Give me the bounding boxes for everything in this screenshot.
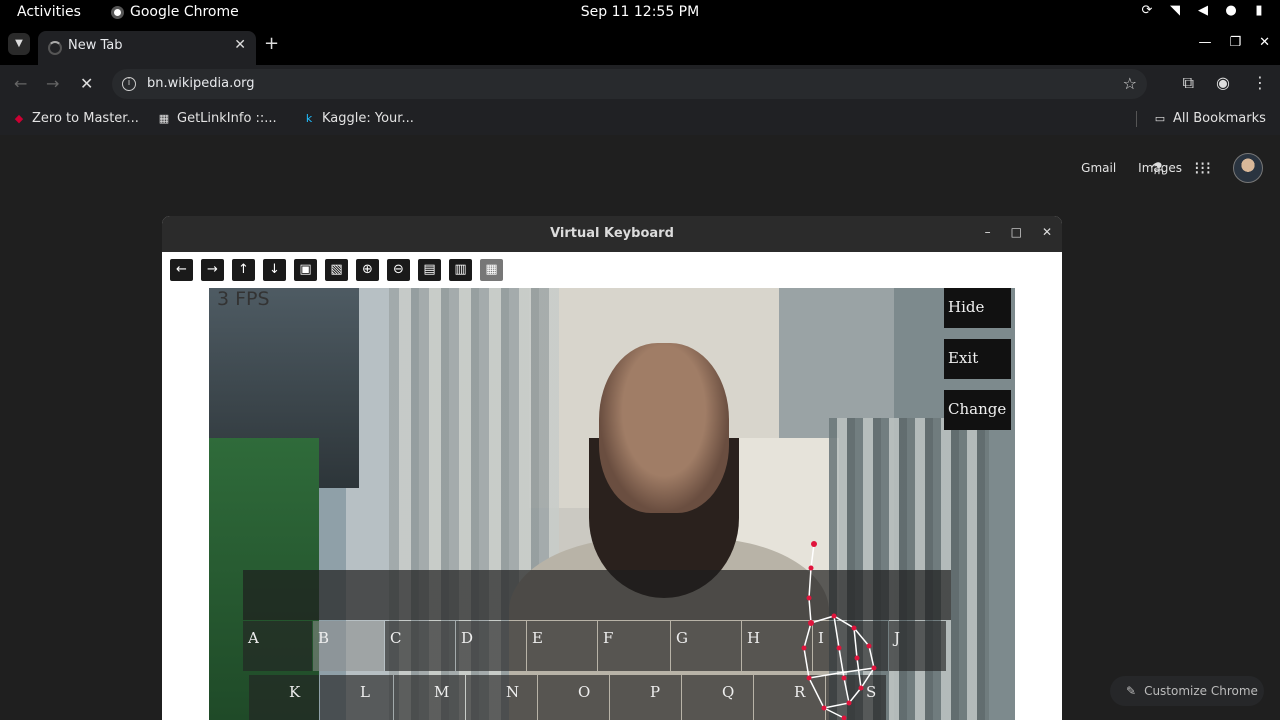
browser-toolbar: ← → ✕ i ☆ ⧉ ◉ ⋮: [0, 65, 1280, 103]
bookmark-label: Kaggle: Your...: [322, 111, 414, 126]
zoom-out-icon[interactable]: ⊖: [387, 259, 410, 281]
customize-label: Customize Chrome: [1144, 684, 1258, 698]
change-button[interactable]: Change: [944, 390, 1011, 430]
key-o[interactable]: O: [538, 675, 609, 720]
key-j[interactable]: J: [889, 621, 946, 671]
key-c[interactable]: C: [385, 621, 455, 671]
tab-search-button[interactable]: ▼: [8, 33, 30, 55]
properties-icon[interactable]: ▦: [480, 259, 503, 281]
labs-flask-icon[interactable]: ⚗: [1150, 159, 1164, 178]
key-g[interactable]: G: [671, 621, 741, 671]
account-avatar[interactable]: [1233, 153, 1263, 183]
url-input[interactable]: [147, 76, 1047, 91]
vk-minimize-icon[interactable]: –: [985, 225, 991, 239]
camera-feed: 3 FPS Hide Exit Change A B C D E F G H I…: [209, 288, 1015, 720]
tab-strip: ▼ New Tab ✕ + — ❐ ✕: [0, 25, 1280, 65]
vk-window-controls: – □ ✕: [985, 225, 1052, 239]
system-tray[interactable]: ⟳ ◥ ◀ ● ▮: [1140, 4, 1266, 18]
stop-loading-icon[interactable]: ✕: [80, 74, 93, 93]
hide-button[interactable]: Hide: [944, 288, 1011, 328]
extensions-icon[interactable]: ⧉: [1183, 73, 1194, 93]
pencil-icon: ✎: [1126, 684, 1137, 698]
loading-icon: [48, 41, 62, 55]
folder-icon: ▭: [1154, 111, 1166, 125]
bookmark-label: Zero to Master...: [32, 111, 139, 126]
pan-up-icon[interactable]: ↑: [232, 259, 255, 281]
vk-window-title: Virtual Keyboard: [550, 226, 674, 241]
vk-toolbar: ← → ↑ ↓ ▣ ▧ ⊕ ⊖ ▤ ▥ ▦: [170, 259, 503, 281]
ztm-favicon-icon: ◆: [14, 111, 24, 125]
bookmark-star-icon[interactable]: ☆: [1123, 74, 1137, 93]
key-q[interactable]: Q: [682, 675, 753, 720]
key-b[interactable]: B: [313, 621, 384, 671]
kaggle-favicon-icon: k: [305, 111, 313, 125]
site-info-icon[interactable]: i: [122, 77, 136, 91]
bookmarks-divider: [1136, 111, 1137, 127]
wifi-icon: ◥: [1170, 3, 1180, 18]
bookmark-item[interactable]: ▦ GetLinkInfo ::...: [157, 111, 277, 126]
zoom-in-icon[interactable]: ⊕: [356, 259, 379, 281]
google-header-links: Gmail Images: [1081, 161, 1182, 175]
pan-right-icon[interactable]: →: [201, 259, 224, 281]
copy-clipboard-icon[interactable]: ▥: [449, 259, 472, 281]
getlinkinfo-favicon-icon: ▦: [158, 111, 170, 125]
key-k[interactable]: K: [249, 675, 319, 720]
maximize-icon[interactable]: ❐: [1229, 35, 1241, 50]
gmail-link[interactable]: Gmail: [1081, 161, 1116, 175]
menu-kebab-icon[interactable]: ⋮: [1252, 73, 1268, 93]
virtual-keyboard-window: Virtual Keyboard – □ ✕ ← → ↑ ↓ ▣ ▧ ⊕ ⊖ ▤…: [162, 216, 1062, 720]
microphone-icon: ●: [1225, 3, 1237, 18]
vk-maximize-icon[interactable]: □: [1011, 225, 1022, 239]
key-a[interactable]: A: [243, 621, 312, 671]
tab-new-tab[interactable]: New Tab ✕: [38, 31, 256, 65]
cam-person-head: [599, 343, 729, 513]
vk-titlebar[interactable]: Virtual Keyboard – □ ✕: [162, 216, 1062, 252]
address-bar[interactable]: i ☆: [112, 69, 1147, 99]
bookmark-item[interactable]: ◆ Zero to Master...: [12, 111, 139, 126]
close-tab-icon[interactable]: ✕: [234, 37, 246, 53]
bookmark-item[interactable]: k Kaggle: Your...: [302, 111, 414, 126]
all-bookmarks-button[interactable]: ▭ All Bookmarks: [1153, 111, 1266, 126]
zoom-fit-icon[interactable]: ▣: [294, 259, 317, 281]
hand-landmarks-overlay: [801, 541, 877, 720]
key-l[interactable]: L: [320, 675, 393, 720]
exit-button[interactable]: Exit: [944, 339, 1011, 379]
vk-close-icon[interactable]: ✕: [1042, 225, 1052, 239]
key-d[interactable]: D: [456, 621, 526, 671]
new-tab-button[interactable]: +: [264, 33, 279, 54]
key-n[interactable]: N: [466, 675, 537, 720]
battery-icon: ▮: [1255, 3, 1263, 18]
profile-icon[interactable]: ◉: [1216, 73, 1230, 93]
sync-icon: ⟳: [1141, 3, 1153, 18]
close-window-icon[interactable]: ✕: [1259, 35, 1270, 50]
tab-title: New Tab: [68, 38, 123, 53]
key-p[interactable]: P: [610, 675, 681, 720]
minimize-icon[interactable]: —: [1198, 35, 1211, 50]
key-e[interactable]: E: [527, 621, 597, 671]
fps-counter: 3 FPS: [217, 288, 270, 310]
pan-left-icon[interactable]: ←: [170, 259, 193, 281]
clock[interactable]: Sep 11 12:55 PM: [0, 4, 1280, 20]
zoom-region-icon[interactable]: ▧: [325, 259, 348, 281]
back-arrow-icon[interactable]: ←: [14, 74, 27, 93]
pan-down-icon[interactable]: ↓: [263, 259, 286, 281]
google-apps-icon[interactable]: ⁝⁝⁝: [1194, 158, 1211, 179]
all-bookmarks-label: All Bookmarks: [1173, 111, 1266, 126]
key-f[interactable]: F: [598, 621, 670, 671]
key-m[interactable]: M: [394, 675, 465, 720]
customize-chrome-button[interactable]: ✎ Customize Chrome: [1110, 676, 1264, 706]
bookmarks-bar: ◆ Zero to Master... ▦ GetLinkInfo ::... …: [0, 103, 1280, 135]
forward-arrow-icon[interactable]: →: [46, 74, 59, 93]
bookmark-label: GetLinkInfo ::...: [177, 111, 277, 126]
save-icon[interactable]: ▤: [418, 259, 441, 281]
window-controls: — ❐ ✕: [1198, 35, 1270, 50]
toolbar-actions: ⧉ ◉ ⋮: [1183, 73, 1268, 93]
volume-icon: ◀: [1198, 3, 1208, 18]
system-top-bar: Activities Google Chrome Sep 11 12:55 PM…: [0, 0, 1280, 25]
